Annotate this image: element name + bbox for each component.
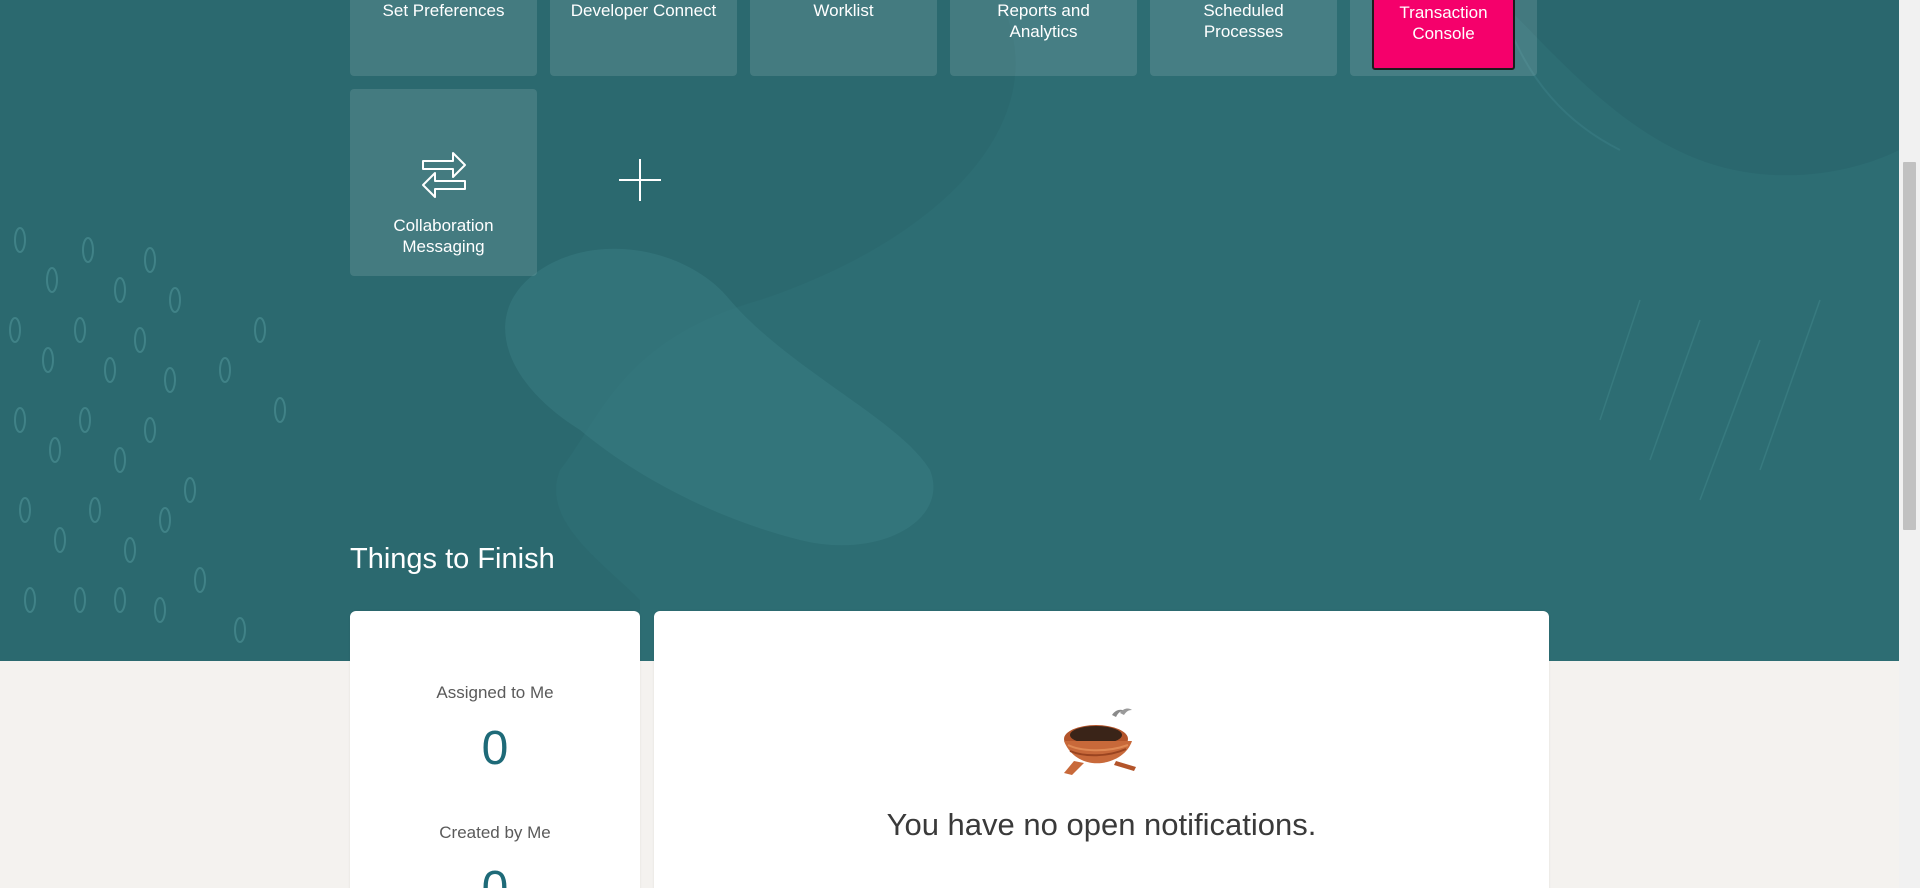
tile-label: Reports and Analytics <box>997 1 1090 41</box>
created-by-me-count[interactable]: 0 <box>350 861 640 888</box>
tile-label: Transaction Console <box>1399 3 1488 43</box>
tile-scheduled-processes[interactable]: Scheduled Processes <box>1150 0 1337 76</box>
decorative-background <box>0 0 1899 661</box>
scrollbar-thumb[interactable] <box>1903 162 1916 530</box>
tile-label: Scheduled Processes <box>1203 1 1284 41</box>
no-notifications-message: You have no open notifications. <box>886 807 1317 842</box>
assigned-to-me-count[interactable]: 0 <box>350 721 640 776</box>
tile-worklist[interactable]: Worklist <box>750 0 937 76</box>
tile-set-preferences[interactable]: Set Preferences <box>350 0 537 76</box>
add-tile-button[interactable] <box>618 158 662 202</box>
tile-collaboration-messaging[interactable]: Collaboration Messaging <box>350 89 537 276</box>
tile-transaction-console[interactable]: Transaction Console <box>1372 0 1515 70</box>
exchange-arrows-icon <box>421 151 466 198</box>
nest-icon <box>1064 708 1136 775</box>
tile-reports-and-analytics[interactable]: Reports and Analytics <box>950 0 1137 76</box>
tile-label: Worklist <box>813 1 874 20</box>
task-counts-card: Assigned to Me 0 Created by Me 0 <box>350 611 640 888</box>
plus-icon <box>619 159 661 201</box>
things-to-finish-title: Things to Finish <box>350 543 555 575</box>
tile-label: Developer Connect <box>570 1 717 20</box>
created-by-me-label[interactable]: Created by Me <box>350 823 640 843</box>
notifications-card: You have no open notifications. <box>654 611 1549 888</box>
page-scrollbar[interactable] <box>1899 0 1920 888</box>
assigned-to-me-label[interactable]: Assigned to Me <box>350 683 640 703</box>
hero-background <box>0 0 1899 661</box>
tile-label: Set Preferences <box>382 1 505 20</box>
tile-label: Collaboration Messaging <box>393 215 494 256</box>
tile-developer-connect[interactable]: Developer Connect <box>550 0 737 76</box>
